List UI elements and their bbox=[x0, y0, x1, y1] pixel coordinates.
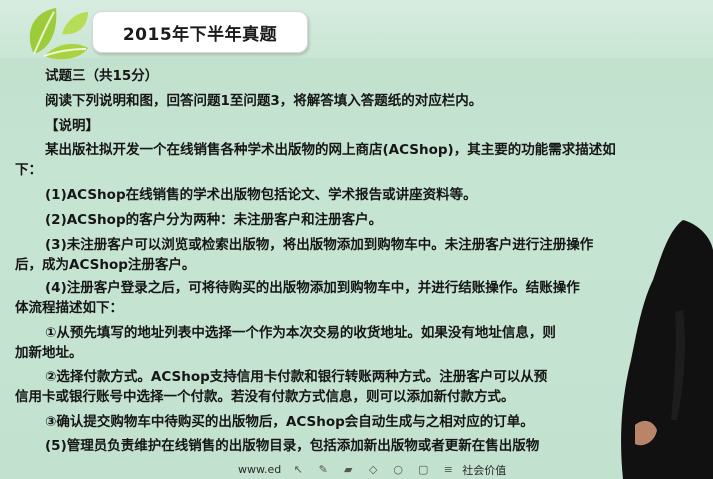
eraser-icon[interactable]: ◇ bbox=[365, 462, 381, 478]
pen-icon[interactable]: ✎ bbox=[315, 462, 331, 478]
text-line: (4)注册客户登录之后，可将待购买的出版物添加到购物车中，并进行结账操作。结账操… bbox=[45, 280, 580, 296]
text-line: 试题三（共15分） bbox=[45, 68, 159, 84]
text-line: (1)ACShop在线销售的学术出版物包括论文、学术报告或讲座资料等。 bbox=[45, 187, 477, 203]
text-line: 某出版社拟开发一个在线销售各种学术出版物的网上商店(ACShop)，其主要的功能… bbox=[45, 142, 616, 158]
page-title-text: 2015年下半年真题 bbox=[122, 24, 278, 45]
text-line: 后，成为ACShop注册客户。 bbox=[15, 257, 196, 273]
page-title: 2015年下半年真题 bbox=[92, 11, 308, 53]
annotation-toolbar: www.ed ↖ ✎ ▰ ◇ ○ ▢ ≡ 社会价值 bbox=[238, 460, 568, 479]
delete-icon[interactable]: ▢ bbox=[415, 462, 431, 478]
highlighter-icon[interactable]: ▰ bbox=[340, 462, 356, 478]
text-line: 下： bbox=[15, 162, 42, 178]
text-line: 阅读下列说明和图，回答问题1至问题3，将解答填入答题纸的对应栏内。 bbox=[45, 93, 483, 109]
presenter-silhouette bbox=[621, 220, 713, 479]
circle-icon[interactable]: ○ bbox=[390, 462, 406, 478]
text-line: (5)管理员负责维护在线销售的出版物目录，包括添加新出版物或者更新在售出版物 bbox=[45, 438, 540, 454]
text-line: 【说明】 bbox=[45, 118, 99, 134]
text-line: (3)未注册客户可以浏览或检索出版物，将出版物添加到购物车中。未注册客户进行注册… bbox=[45, 237, 594, 253]
text-line: ③确认提交购物车中待购买的出版物后，ACShop会自动生成与之相对应的订单。 bbox=[45, 414, 534, 430]
text-line: (2)ACShop的客户分为两种：未注册客户和注册客户。 bbox=[45, 212, 383, 228]
text-line: 体流程描述如下： bbox=[15, 300, 123, 316]
text-line: 加新地址。 bbox=[15, 345, 83, 361]
footer-url: www.ed bbox=[238, 463, 282, 476]
text-line: ②选择付款方式。ACShop支持信用卡付款和银行转账两种方式。注册客户可以从预 bbox=[45, 369, 548, 385]
cursor-icon[interactable]: ↖ bbox=[290, 462, 306, 478]
text-line: 信用卡或银行账号中选择一个付款。若没有付款方式信息，则可以添加新付款方式。 bbox=[15, 389, 515, 405]
text-line: ①从预先填写的地址列表中选择一个作为本次交易的收货地址。如果没有地址信息，则 bbox=[45, 325, 556, 341]
menu-icon[interactable]: ≡ bbox=[440, 462, 456, 478]
footer-slogan: 社会价值 bbox=[462, 463, 507, 477]
leaf-logo-icon bbox=[29, 8, 88, 60]
